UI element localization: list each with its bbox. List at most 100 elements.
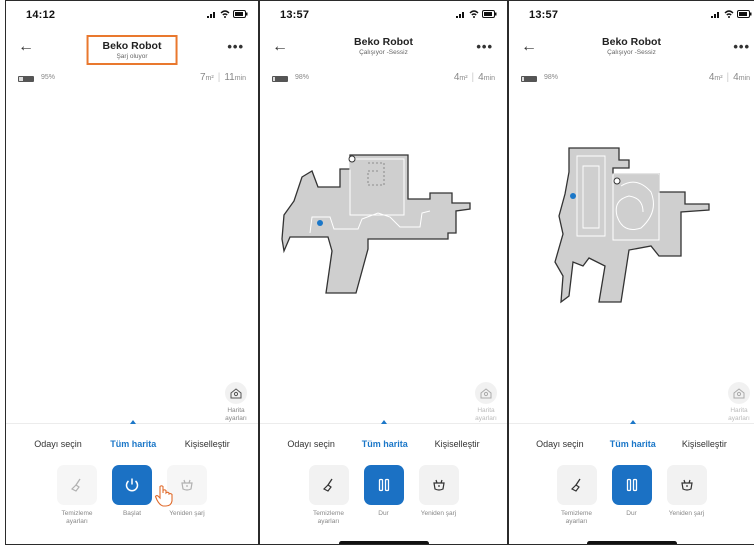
map-settings-button[interactable]: Harita ayarları <box>219 382 253 422</box>
cleaning-settings-label: Temizleme ayarları <box>61 510 93 525</box>
battery-status-icon <box>482 10 497 18</box>
mode-tabs: Odayı seçin Tüm harita Kişiselleştir <box>509 439 754 449</box>
info-bar: 98% 4m² | 4min <box>509 72 754 87</box>
info-bar: 95% 7m² | 11min <box>6 72 258 87</box>
map-settings-icon <box>728 382 750 404</box>
dock-marker <box>613 177 621 185</box>
dock-icon <box>680 479 693 491</box>
device-title: Beko Robot Çalışıyor -Sessiz <box>344 33 423 59</box>
broom-icon <box>70 478 81 492</box>
battery-status-icon <box>233 10 248 18</box>
cleaning-map[interactable] <box>509 136 754 326</box>
back-arrow-icon[interactable]: ← <box>521 39 537 55</box>
pause-icon <box>378 478 389 492</box>
pause-icon <box>626 478 637 492</box>
phone-screen-charging: 14:12 ← Beko Robot Şarj oluyor ••• 95% 7… <box>5 0 259 545</box>
battery-icon <box>272 76 288 82</box>
stop-button[interactable]: Dur <box>363 465 405 525</box>
status-time: 13:57 <box>529 9 559 21</box>
tab-select-room[interactable]: Odayı seçin <box>34 439 82 449</box>
tab-full-map[interactable]: Tüm harita <box>110 439 156 449</box>
cleaning-settings-button[interactable]: Temizleme ayarları <box>56 465 98 525</box>
stop-button[interactable]: Dur <box>611 465 653 525</box>
map-settings-label: Harita ayarları <box>225 407 247 422</box>
tab-customize[interactable]: Kişiselleştir <box>682 439 727 449</box>
start-button[interactable]: Başlat <box>111 465 153 525</box>
status-bar: 13:57 <box>260 9 507 25</box>
app-header: ← Beko Robot Çalışıyor -Sessiz ••• <box>260 33 507 67</box>
recharge-button[interactable]: Yeniden şarj <box>666 465 708 525</box>
tab-full-map[interactable]: Tüm harita <box>610 439 656 449</box>
area-unit: m² <box>459 75 468 82</box>
map-settings-icon <box>225 382 247 404</box>
robot-marker <box>570 193 576 199</box>
battery-icon <box>18 76 34 82</box>
wifi-icon <box>469 10 479 18</box>
recharge-button[interactable]: Yeniden şarj <box>418 465 460 525</box>
dock-icon <box>432 479 445 491</box>
map-settings-label: Harita ayarları <box>475 407 497 422</box>
map-settings-button[interactable]: Harita ayarları <box>469 382 503 422</box>
tab-select-room[interactable]: Odayı seçin <box>536 439 584 449</box>
control-panel: Odayı seçin Tüm harita Kişiselleştir Tem… <box>6 420 258 544</box>
status-bar: 13:57 <box>509 9 754 25</box>
cleaning-settings-label: Temizleme ayarları <box>312 510 345 525</box>
cleaning-map[interactable] <box>260 141 508 311</box>
tab-customize[interactable]: Kişiselleştir <box>435 439 480 449</box>
map-area <box>554 147 710 304</box>
map-settings-icon <box>475 382 497 404</box>
clean-stats: 4m² | 4min <box>708 72 750 83</box>
clean-stats: 4m² | 4min <box>453 72 495 83</box>
more-options-icon[interactable]: ••• <box>227 39 244 54</box>
map-area <box>281 154 471 294</box>
device-name: Beko Robot <box>102 40 162 52</box>
clean-stats: 7m² | 11min <box>199 72 246 83</box>
battery-icon <box>521 76 537 82</box>
power-icon <box>125 478 139 492</box>
broom-icon <box>570 478 581 492</box>
stop-label: Dur <box>378 510 389 517</box>
action-buttons: Temizleme ayarları Dur Yeniden şarj <box>260 465 507 525</box>
recharge-label: Yeniden şarj <box>420 510 457 517</box>
robot-marker <box>317 220 323 226</box>
status-bar: 14:12 <box>6 9 258 25</box>
device-title-highlighted: Beko Robot Şarj oluyor <box>86 35 178 65</box>
battery-status-icon <box>737 10 752 18</box>
map-settings-button[interactable]: Harita ayarları <box>722 382 754 422</box>
tab-full-map[interactable]: Tüm harita <box>362 439 408 449</box>
device-name: Beko Robot <box>354 36 413 48</box>
battery-percent: 98% <box>295 74 310 81</box>
tab-select-room[interactable]: Odayı seçin <box>287 439 335 449</box>
area-unit: m² <box>205 75 214 82</box>
status-time: 13:57 <box>280 9 310 21</box>
back-arrow-icon[interactable]: ← <box>18 39 34 55</box>
recharge-label: Yeniden şarj <box>169 510 205 517</box>
home-indicator <box>338 541 429 544</box>
app-header: ← Beko Robot Çalışıyor -Sessiz ••• <box>509 33 754 67</box>
signal-icon <box>456 11 464 18</box>
action-buttons: Temizleme ayarları Başlat Yeniden şarj <box>6 465 258 525</box>
phone-screen-cleaning-1: 13:57 ← Beko Robot Çalışıyor -Sessiz •••… <box>259 0 508 545</box>
more-options-icon[interactable]: ••• <box>733 39 750 54</box>
tab-customize[interactable]: Kişiselleştir <box>185 439 230 449</box>
phone-screen-cleaning-2: 13:57 ← Beko Robot Çalışıyor -Sessiz •••… <box>508 0 754 545</box>
battery-percent: 98% <box>544 74 559 81</box>
broom-icon <box>322 478 333 492</box>
dock-marker <box>348 155 356 163</box>
area-unit: m² <box>714 75 723 82</box>
time-unit: min <box>234 75 246 82</box>
control-panel: Odayı seçin Tüm harita Kişiselleştir Tem… <box>509 420 754 544</box>
cleaning-settings-button[interactable]: Temizleme ayarları <box>308 465 350 525</box>
device-title: Beko Robot Çalışıyor -Sessiz <box>592 33 671 59</box>
cleaning-settings-button[interactable]: Temizleme ayarları <box>556 465 598 525</box>
signal-icon <box>711 11 719 18</box>
device-status: Şarj oluyor <box>116 53 148 60</box>
device-status: Çalışıyor -Sessiz <box>607 49 656 56</box>
time-unit: min <box>483 75 495 82</box>
more-options-icon[interactable]: ••• <box>476 39 493 54</box>
status-icons <box>456 10 497 18</box>
start-label: Başlat <box>122 510 142 517</box>
device-status: Çalışıyor -Sessiz <box>359 49 408 56</box>
status-icons <box>207 10 248 18</box>
back-arrow-icon[interactable]: ← <box>272 39 288 55</box>
